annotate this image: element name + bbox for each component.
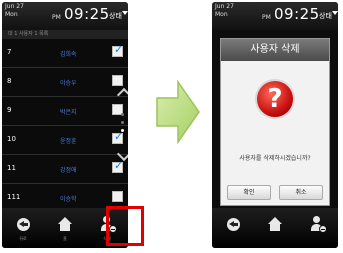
user-list: 7 김희숙 ✓ 8 이승우 9 박은지 10 윤정훈 ✓ 11 강정애 ✓ 11… [2, 39, 128, 213]
status-menu[interactable]: 상태 [109, 11, 122, 21]
home-button[interactable] [254, 208, 296, 248]
status-bar: Jun 27 Mon PM 09:25 상태 [212, 2, 338, 30]
status-day: Mon [215, 11, 228, 18]
status-menu[interactable]: 상태 [319, 11, 332, 21]
home-button[interactable]: 홈 [44, 208, 86, 248]
dialog-title: 사용자 삭제 [221, 39, 329, 61]
bottom-toolbar [212, 208, 338, 248]
status-time: 09:25 [274, 5, 320, 23]
home-label: 홈 [63, 236, 67, 241]
row-number: 10 [7, 135, 16, 143]
back-icon [227, 218, 240, 231]
back-label: 뒤로 [19, 236, 27, 241]
page-dot [121, 121, 124, 124]
checkmark-icon: ✓ [114, 43, 124, 56]
right-arrow-icon [156, 80, 200, 144]
subheader: 대 1 사용자 1 목록 [2, 30, 128, 39]
row-checkbox[interactable] [112, 191, 123, 202]
status-date: Jun 27 [215, 3, 234, 10]
row-name: 김희숙 [60, 51, 77, 58]
status-day: Mon [5, 11, 18, 18]
home-icon [268, 217, 282, 231]
row-name: 이승우 [60, 80, 77, 87]
list-item[interactable]: 8 이승우 [2, 68, 128, 97]
highlight-box [106, 206, 144, 246]
page-dot-active [121, 129, 124, 132]
question-icon: ? [255, 79, 295, 119]
list-item[interactable]: 10 윤정훈 ✓ [2, 126, 128, 155]
row-checkbox[interactable]: ✓ [112, 130, 124, 144]
back-icon [17, 218, 30, 231]
status-time: 09:25 [64, 5, 110, 23]
phone-screen-dialog: Jun 27 Mon PM 09:25 상태 사용자 삭제 ? 사용자를 삭제하… [212, 2, 338, 248]
status-date: Jun 27 [5, 3, 24, 10]
status-bar: Jun 27 Mon PM 09:25 상태 [2, 2, 128, 30]
row-name: 윤정훈 [60, 138, 77, 145]
confirm-button[interactable]: 확인 [227, 185, 271, 200]
back-button[interactable]: 뒤로 [2, 208, 44, 248]
cancel-button[interactable]: 취소 [279, 185, 323, 200]
row-name: 박은지 [60, 109, 77, 116]
home-icon [58, 217, 72, 231]
chevron-down-icon[interactable] [122, 11, 128, 15]
row-number: 8 [7, 77, 12, 85]
page-dot [121, 113, 124, 116]
dialog-message: 사용자를 삭제하시겠습니까? [239, 155, 311, 162]
user-delete-icon [311, 216, 327, 233]
row-number: 111 [7, 193, 21, 201]
row-number: 7 [7, 48, 12, 56]
row-checkbox[interactable] [112, 75, 123, 86]
status-ampm: PM [52, 14, 61, 21]
row-checkbox[interactable]: ✓ [112, 159, 124, 173]
list-item[interactable]: 11 강정애 ✓ [2, 155, 128, 184]
list-item[interactable]: 9 박은지 [2, 97, 128, 126]
row-checkbox[interactable]: ✓ [112, 43, 124, 57]
list-item[interactable]: 7 김희숙 ✓ [2, 39, 128, 68]
checkmark-icon: ✓ [114, 130, 124, 143]
back-button[interactable] [212, 208, 254, 248]
row-number: 9 [7, 106, 12, 114]
row-number: 11 [7, 164, 16, 172]
delete-user-button[interactable] [296, 208, 338, 248]
status-ampm: PM [262, 14, 271, 21]
checkmark-icon: ✓ [114, 159, 124, 172]
row-name: 강정애 [60, 167, 77, 174]
row-name: 이승학 [60, 196, 77, 203]
delete-user-dialog: 사용자 삭제 ? 사용자를 삭제하시겠습니까? 확인 취소 [220, 38, 330, 206]
chevron-down-icon[interactable] [332, 11, 338, 15]
